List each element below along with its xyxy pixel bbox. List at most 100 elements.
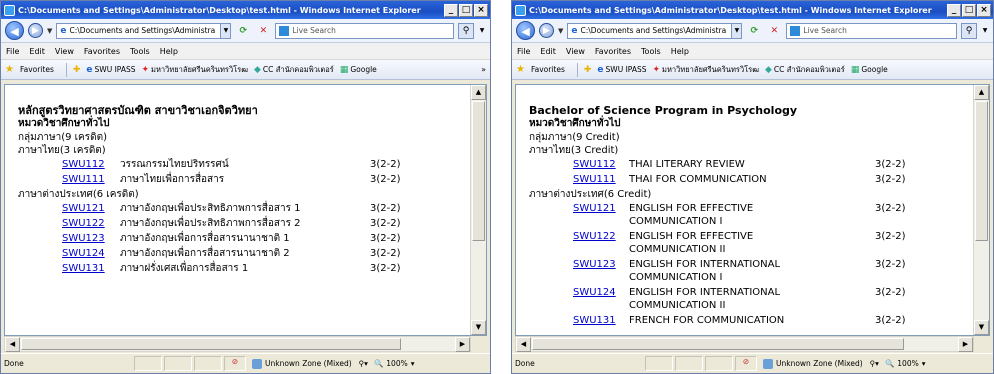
- program-title: Bachelor of Science Program in Psycholog…: [529, 104, 798, 117]
- fav-link-swu-ipass[interactable]: e SWU IPASS: [86, 65, 135, 75]
- course-code-link[interactable]: SWU111: [62, 173, 120, 186]
- menu-edit[interactable]: Edit: [540, 47, 556, 56]
- course-row: SWU124 ภาษาอังกฤษเพื่อการสื่อสารนานาชาติ…: [18, 247, 470, 260]
- menu-tools[interactable]: Tools: [130, 47, 150, 56]
- search-button[interactable]: ⚲: [961, 22, 977, 39]
- fav-link-cc[interactable]: ◆ CC สำนักคอมพิวเตอร์: [254, 64, 334, 76]
- back-button[interactable]: ◀: [5, 21, 24, 40]
- course-name: วรรณกรรมไทยปริทรรศน์: [120, 159, 229, 170]
- maximize-button[interactable]: □: [962, 3, 976, 17]
- course-code-link[interactable]: SWU112: [62, 158, 120, 171]
- vertical-scroll-thumb[interactable]: [472, 101, 485, 241]
- horizontal-scrollbar[interactable]: ◀ ▶: [515, 336, 974, 352]
- menu-help[interactable]: Help: [671, 47, 689, 56]
- scroll-left-button[interactable]: ◀: [5, 337, 20, 352]
- security-zone[interactable]: Unknown Zone (Mixed): [248, 356, 356, 371]
- back-button[interactable]: ◀: [516, 21, 535, 40]
- menu-bar: File Edit View Favorites Tools Help: [512, 43, 993, 60]
- menu-view[interactable]: View: [55, 47, 74, 56]
- search-button[interactable]: ⚲: [458, 22, 474, 39]
- address-dropdown-button[interactable]: ▼: [220, 23, 231, 38]
- scroll-left-button[interactable]: ◀: [516, 337, 531, 352]
- fav-link-university[interactable]: ✦ มหาวิทยาลัยศรีนครินทรวิโรฒ: [141, 64, 248, 76]
- course-code-link[interactable]: SWU121: [573, 202, 629, 215]
- popup-blocker-icon[interactable]: ⊘: [735, 356, 757, 371]
- course-code-link[interactable]: SWU122: [62, 217, 120, 230]
- navigation-bar: ◀ ▶ ▼ e C:\Documents and Settings\Admini…: [512, 19, 993, 43]
- add-favorites-icon[interactable]: ✚: [584, 65, 592, 75]
- search-options-dropdown[interactable]: ▼: [478, 27, 486, 34]
- course-credit: 3(2-2): [875, 315, 906, 326]
- add-favorites-icon[interactable]: ✚: [73, 65, 81, 75]
- course-code-link[interactable]: SWU124: [573, 286, 629, 299]
- menu-tools[interactable]: Tools: [641, 47, 661, 56]
- title-bar: C:\Documents and Settings\Administrator\…: [1, 1, 490, 19]
- zone-label: Unknown Zone (Mixed): [265, 359, 352, 368]
- course-code-link[interactable]: SWU121: [62, 202, 120, 215]
- menu-favorites[interactable]: Favorites: [595, 47, 631, 56]
- course-code-link[interactable]: SWU111: [573, 173, 629, 186]
- horizontal-scroll-thumb[interactable]: [21, 338, 401, 350]
- menu-view[interactable]: View: [566, 47, 585, 56]
- menu-file[interactable]: File: [6, 47, 19, 56]
- zoom-button[interactable]: 🔍 100% ▾: [882, 359, 929, 368]
- protected-mode-button[interactable]: ⚲▾: [356, 359, 371, 368]
- scroll-up-button[interactable]: ▲: [974, 85, 989, 100]
- menu-file[interactable]: File: [517, 47, 530, 56]
- menu-help[interactable]: Help: [160, 47, 178, 56]
- scroll-down-button[interactable]: ▼: [974, 320, 989, 335]
- fav-link-university[interactable]: ✦ มหาวิทยาลัยศรีนครินทรวิโรฒ: [652, 64, 759, 76]
- address-bar[interactable]: e C:\Documents and Settings\Administra ▼: [56, 22, 232, 39]
- recent-pages-dropdown[interactable]: ▼: [47, 27, 52, 35]
- course-code-link[interactable]: SWU123: [573, 258, 629, 271]
- favorites-button[interactable]: Favorites: [531, 65, 565, 74]
- fav-link-google[interactable]: ▦ Google: [340, 65, 377, 75]
- favorites-overflow-chevron[interactable]: »: [481, 65, 486, 74]
- scroll-right-button[interactable]: ▶: [958, 337, 973, 352]
- course-code-link[interactable]: SWU123: [62, 232, 120, 245]
- minimize-button[interactable]: _: [444, 3, 458, 17]
- vertical-scrollbar[interactable]: ▲ ▼: [470, 85, 486, 335]
- search-input[interactable]: Live Search: [786, 22, 957, 39]
- address-bar[interactable]: e C:\Documents and Settings\Administra ▼: [567, 22, 743, 39]
- security-zone[interactable]: Unknown Zone (Mixed): [759, 356, 867, 371]
- stop-button[interactable]: ✕: [255, 23, 271, 39]
- course-code-link[interactable]: SWU131: [573, 314, 629, 327]
- favorites-button[interactable]: Favorites: [20, 65, 54, 74]
- course-code-link[interactable]: SWU131: [62, 262, 120, 275]
- menu-favorites[interactable]: Favorites: [84, 47, 120, 56]
- refresh-button[interactable]: ⟳: [746, 23, 762, 39]
- menu-edit[interactable]: Edit: [29, 47, 45, 56]
- minimize-button[interactable]: _: [947, 3, 961, 17]
- horizontal-scrollbar[interactable]: ◀ ▶: [4, 336, 471, 352]
- course-code-link[interactable]: SWU122: [573, 230, 629, 243]
- fav-link-swu-ipass[interactable]: e SWU IPASS: [597, 65, 646, 75]
- stop-button[interactable]: ✕: [766, 23, 782, 39]
- vertical-scrollbar[interactable]: ▲ ▼: [973, 85, 989, 335]
- fav-link-cc[interactable]: ◆ CC สำนักคอมพิวเตอร์: [765, 64, 845, 76]
- vertical-scroll-thumb[interactable]: [975, 101, 988, 241]
- forward-button[interactable]: ▶: [539, 23, 554, 38]
- course-code-link[interactable]: SWU124: [62, 247, 120, 260]
- scroll-down-button[interactable]: ▼: [471, 320, 486, 335]
- status-panel: [164, 356, 192, 371]
- scroll-up-button[interactable]: ▲: [471, 85, 486, 100]
- zoom-button[interactable]: 🔍 100% ▾: [371, 359, 418, 368]
- horizontal-scroll-thumb[interactable]: [532, 338, 904, 350]
- refresh-button[interactable]: ⟳: [235, 23, 251, 39]
- forward-button[interactable]: ▶: [28, 23, 43, 38]
- recent-pages-dropdown[interactable]: ▼: [558, 27, 563, 35]
- maximize-button[interactable]: □: [459, 3, 473, 17]
- search-input[interactable]: Live Search: [275, 22, 454, 39]
- zoom-level: 100%: [897, 359, 919, 368]
- close-button[interactable]: ×: [474, 3, 488, 17]
- scroll-right-button[interactable]: ▶: [455, 337, 470, 352]
- course-code-link[interactable]: SWU112: [573, 158, 629, 171]
- fav-link-google[interactable]: ▦ Google: [851, 65, 888, 75]
- favorites-bar: ★ Favorites ✚ e SWU IPASS ✦ มหาวิทยาลัยศรี…: [1, 60, 490, 80]
- search-options-dropdown[interactable]: ▼: [981, 27, 989, 34]
- protected-mode-button[interactable]: ⚲▾: [867, 359, 882, 368]
- address-dropdown-button[interactable]: ▼: [731, 23, 742, 38]
- close-button[interactable]: ×: [977, 3, 991, 17]
- popup-blocker-icon[interactable]: ⊘: [224, 356, 246, 371]
